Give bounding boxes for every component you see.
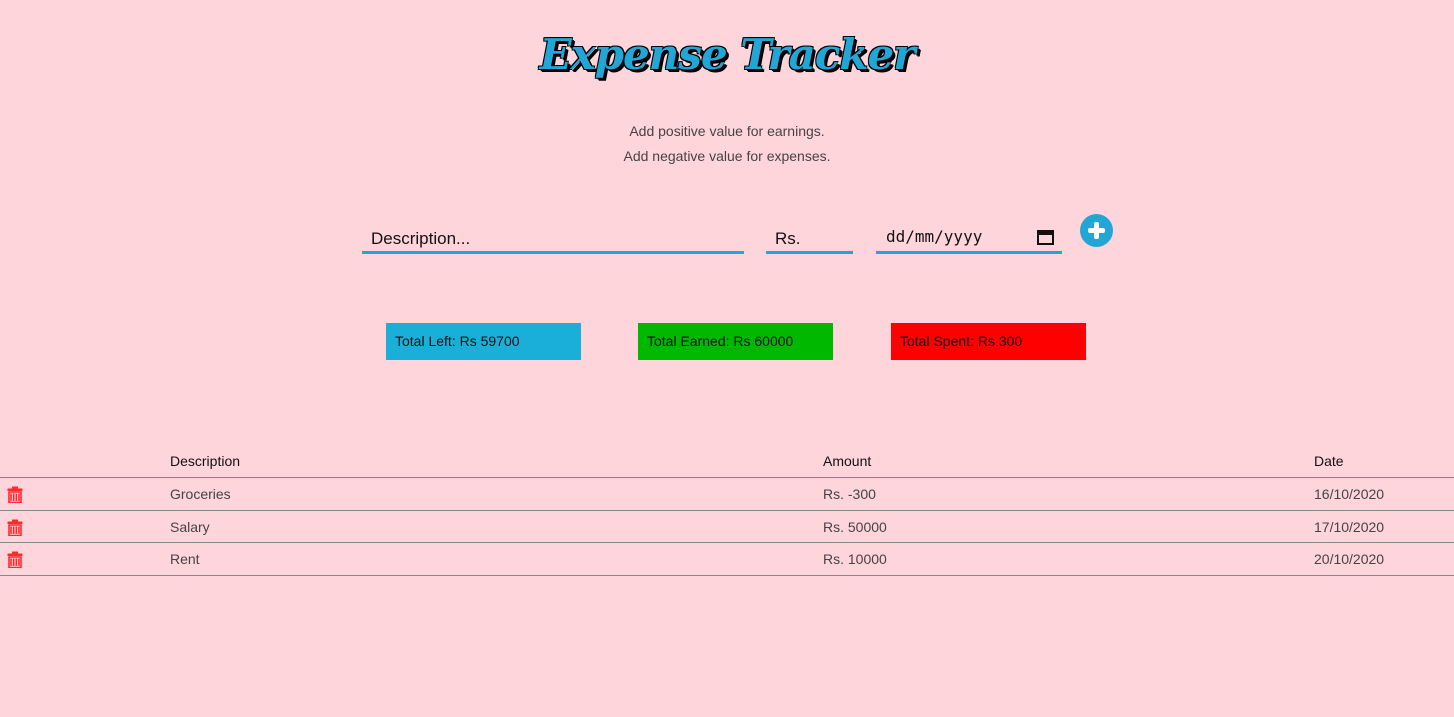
row-date: 17/10/2020 xyxy=(1314,518,1385,535)
total-left-badge: Total Left: Rs 59700 xyxy=(386,323,581,360)
calendar-icon[interactable] xyxy=(1037,229,1054,245)
table-row: Rent Rs. 10000 20/10/2020 xyxy=(0,543,1454,576)
transactions-table: Description Amount Date Groceries Rs. -3… xyxy=(0,446,1454,576)
row-amount: Rs. 10000 xyxy=(823,551,887,567)
date-placeholder: dd/mm/yyyy xyxy=(886,227,983,246)
description-input[interactable] xyxy=(362,226,744,254)
date-input[interactable]: dd/mm/yyyy xyxy=(876,226,1062,254)
row-amount: Rs. -300 xyxy=(823,486,876,502)
row-amount: Rs. 50000 xyxy=(823,518,887,535)
row-description: Groceries xyxy=(170,486,231,502)
hint-earnings: Add positive value for earnings. xyxy=(629,123,825,139)
trash-icon[interactable] xyxy=(7,486,23,503)
total-earned-badge: Total Earned: Rs 60000 xyxy=(638,323,833,360)
amount-input[interactable] xyxy=(766,226,853,254)
total-spent-badge: Total Spent: Rs 300 xyxy=(891,323,1086,360)
table-row: Salary Rs. 50000 17/10/2020 xyxy=(0,511,1454,543)
row-date: 20/10/2020 xyxy=(1314,551,1385,567)
trash-icon[interactable] xyxy=(7,551,23,568)
header-amount: Amount xyxy=(823,453,872,469)
row-date: 16/10/2020 xyxy=(1314,486,1385,502)
row-description: Rent xyxy=(170,551,200,567)
expense-tracker-page: Expense Tracker Add positive value for e… xyxy=(0,0,1454,717)
table-row: Groceries Rs. -300 16/10/2020 xyxy=(0,478,1454,511)
table-header: Description Amount Date xyxy=(0,446,1454,478)
page-title: Expense Tracker xyxy=(539,30,916,79)
row-description: Salary xyxy=(170,518,210,535)
header-description: Description xyxy=(170,453,241,469)
hint-expenses: Add negative value for expenses. xyxy=(623,148,831,164)
trash-icon[interactable] xyxy=(7,519,23,536)
header-date: Date xyxy=(1314,453,1344,469)
add-button[interactable] xyxy=(1080,214,1113,247)
